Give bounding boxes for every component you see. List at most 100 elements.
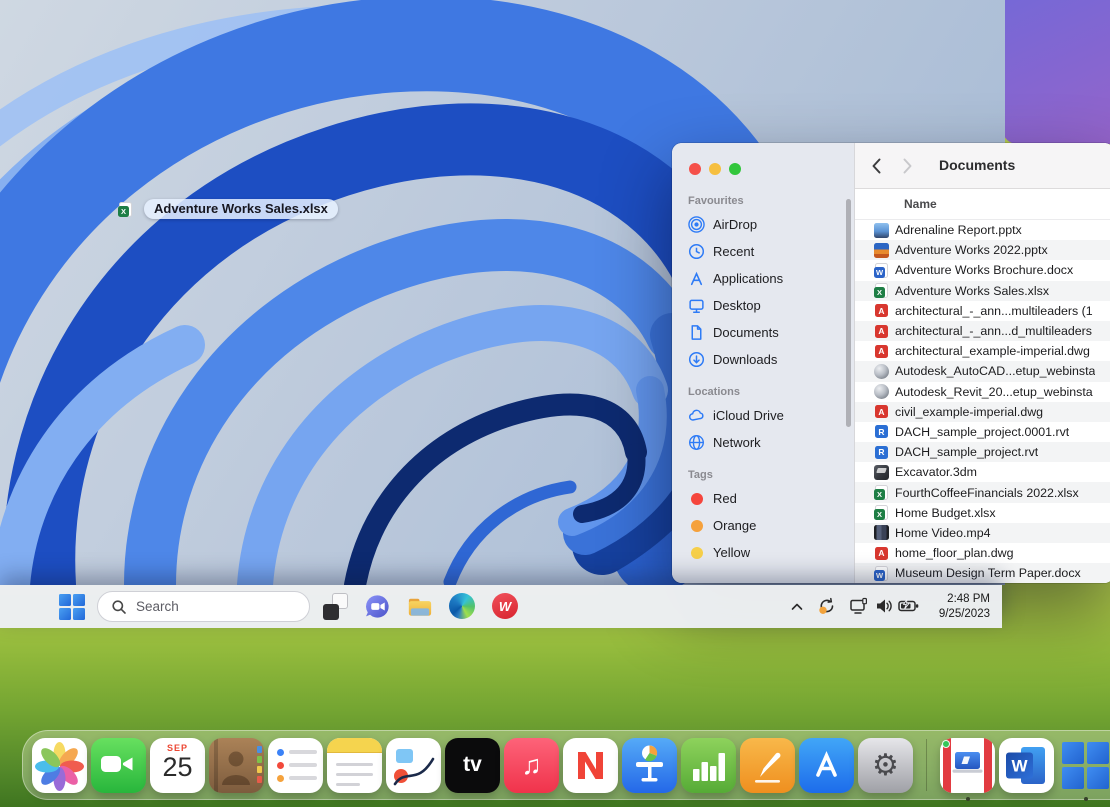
excel-file-icon: X [874,505,889,520]
dock-item-photos[interactable] [32,738,87,793]
dragged-file-label: Adventure Works Sales.xlsx [144,199,338,219]
dock-item-facetime[interactable] [91,738,146,793]
sync-icon[interactable] [817,596,837,621]
file-row[interactable]: Autodesk_AutoCAD...etup_webinsta [855,361,1110,381]
task-view-icon[interactable] [322,593,349,620]
dock-item-pages[interactable] [740,738,795,793]
windows-taskbar: Search W 2:48 PM 9/25/2023 [0,585,1002,628]
close-button[interactable] [689,163,701,175]
dock-item-news[interactable] [563,738,618,793]
dock-item-apple-tv[interactable]: tv [445,738,500,793]
installer-sphere-icon [874,384,889,399]
system-settings-icon: ⚙ [858,738,913,793]
start-button[interactable] [59,594,85,620]
word-doc-icon: W [874,263,889,278]
download-icon [688,351,705,368]
dock-item-keynote[interactable] [622,738,677,793]
finder-sidebar: Favourites AirDrop Recent Applications D… [672,143,855,583]
video-file-icon [874,525,889,540]
applications-icon [688,270,705,287]
file-row[interactable]: WAdventure Works Brochure.docx [855,260,1110,280]
file-row[interactable]: Acivil_example-imperial.dwg [855,402,1110,422]
sidebar-item-tag-red[interactable]: Red [686,485,844,512]
back-button[interactable] [868,156,886,181]
file-row[interactable]: WMuseum Design Term Paper.docx [855,563,1110,583]
file-explorer-icon[interactable] [406,593,433,620]
battery-icon[interactable] [898,596,920,621]
taskbar-clock[interactable]: 2:48 PM 9/25/2023 [926,592,990,621]
autocad-dwg-icon: A [874,344,889,359]
finder-toolbar: Documents [855,143,1110,189]
teams-chat-icon[interactable] [364,593,391,620]
file-row[interactable]: Autodesk_Revit_20...etup_webinsta [855,382,1110,402]
photo-thumbnail-icon [874,223,889,238]
dock-item-contacts[interactable] [209,738,264,793]
notes-icon [327,738,382,793]
red-tag-icon [691,493,703,505]
sidebar-item-applications[interactable]: Applications [686,265,844,292]
file-row[interactable]: Adrenaline Report.pptx [855,220,1110,240]
file-row[interactable]: XAdventure Works Sales.xlsx [855,281,1110,301]
name-column-header[interactable]: Name [904,189,937,219]
file-row[interactable]: RDACH_sample_project.0001.rvt [855,422,1110,442]
sidebar-item-tag-orange[interactable]: Orange [686,512,844,539]
dock-item-numbers[interactable] [681,738,736,793]
sidebar-scrollbar[interactable] [846,199,851,427]
file-row[interactable]: Aarchitectural_-_ann...d_multileaders [855,321,1110,341]
dock-item-freeform[interactable] [386,738,441,793]
wps-office-icon[interactable]: W [492,593,519,620]
dock-item-system-settings[interactable]: ⚙ [858,738,913,793]
sidebar-item-icloud-drive[interactable]: iCloud Drive [686,402,844,429]
app-store-icon [799,738,854,793]
forward-button[interactable] [898,156,916,181]
dragged-file[interactable]: X Adventure Works Sales.xlsx [118,199,338,219]
file-list: Adrenaline Report.pptx Adventure Works 2… [855,220,1110,583]
sidebar-item-tag-yellow[interactable]: Yellow [686,539,844,566]
finder-window[interactable]: Favourites AirDrop Recent Applications D… [672,143,1110,583]
sidebar-item-documents[interactable]: Documents [686,319,844,346]
running-indicator [1084,797,1088,801]
file-row[interactable]: Ahome_floor_plan.dwg [855,543,1110,563]
sidebar-item-desktop[interactable]: Desktop [686,292,844,319]
volume-icon[interactable] [874,596,894,621]
autocad-dwg-icon: A [874,404,889,419]
dock-item-app-store[interactable] [799,738,854,793]
dock-item-parallels[interactable] [940,738,995,793]
file-row[interactable]: Adventure Works 2022.pptx [855,240,1110,260]
dock-item-windows[interactable] [1058,738,1110,793]
zoom-button[interactable] [729,163,741,175]
search-input[interactable]: Search [97,591,310,622]
dock-item-notes[interactable] [327,738,382,793]
display-icon[interactable] [849,596,869,621]
sidebar-item-airdrop[interactable]: AirDrop [686,211,844,238]
dock-item-calendar[interactable]: SEP 25 [150,738,205,793]
dock-divider [926,739,927,791]
clock-icon [688,243,705,260]
running-indicator [966,797,970,801]
file-row[interactable]: XFourthCoffeeFinancials 2022.xlsx [855,482,1110,502]
file-row[interactable]: Aarchitectural_example-imperial.dwg [855,341,1110,361]
contacts-icon [209,738,264,793]
sidebar-item-network[interactable]: Network [686,429,844,456]
dock-item-word[interactable]: W [999,738,1054,793]
dock-item-music[interactable]: ♫ [504,738,559,793]
file-row[interactable]: XHome Budget.xlsx [855,503,1110,523]
minimize-button[interactable] [709,163,721,175]
sidebar-item-downloads[interactable]: Downloads [686,346,844,373]
revit-file-icon: R [874,424,889,439]
dock: SEP 25 tv ♫ [22,730,1110,800]
airdrop-icon [688,216,705,233]
purple-window[interactable] [1003,0,1110,144]
edge-icon[interactable] [449,593,476,620]
file-row[interactable]: Home Video.mp4 [855,523,1110,543]
sidebar-item-recent[interactable]: Recent [686,238,844,265]
file-row[interactable]: RDACH_sample_project.rvt [855,442,1110,462]
keynote-icon [622,738,677,793]
dock-item-reminders[interactable] [268,738,323,793]
rhino-3dm-icon [874,465,889,480]
file-row[interactable]: Aarchitectural_-_ann...multileaders (1 [855,301,1110,321]
tray-expand-icon[interactable] [789,599,805,620]
finder-content: Documents Name Adrenaline Report.pptx Ad… [855,143,1110,583]
list-header[interactable]: Name [855,189,1110,220]
file-row[interactable]: Excavator.3dm [855,462,1110,482]
